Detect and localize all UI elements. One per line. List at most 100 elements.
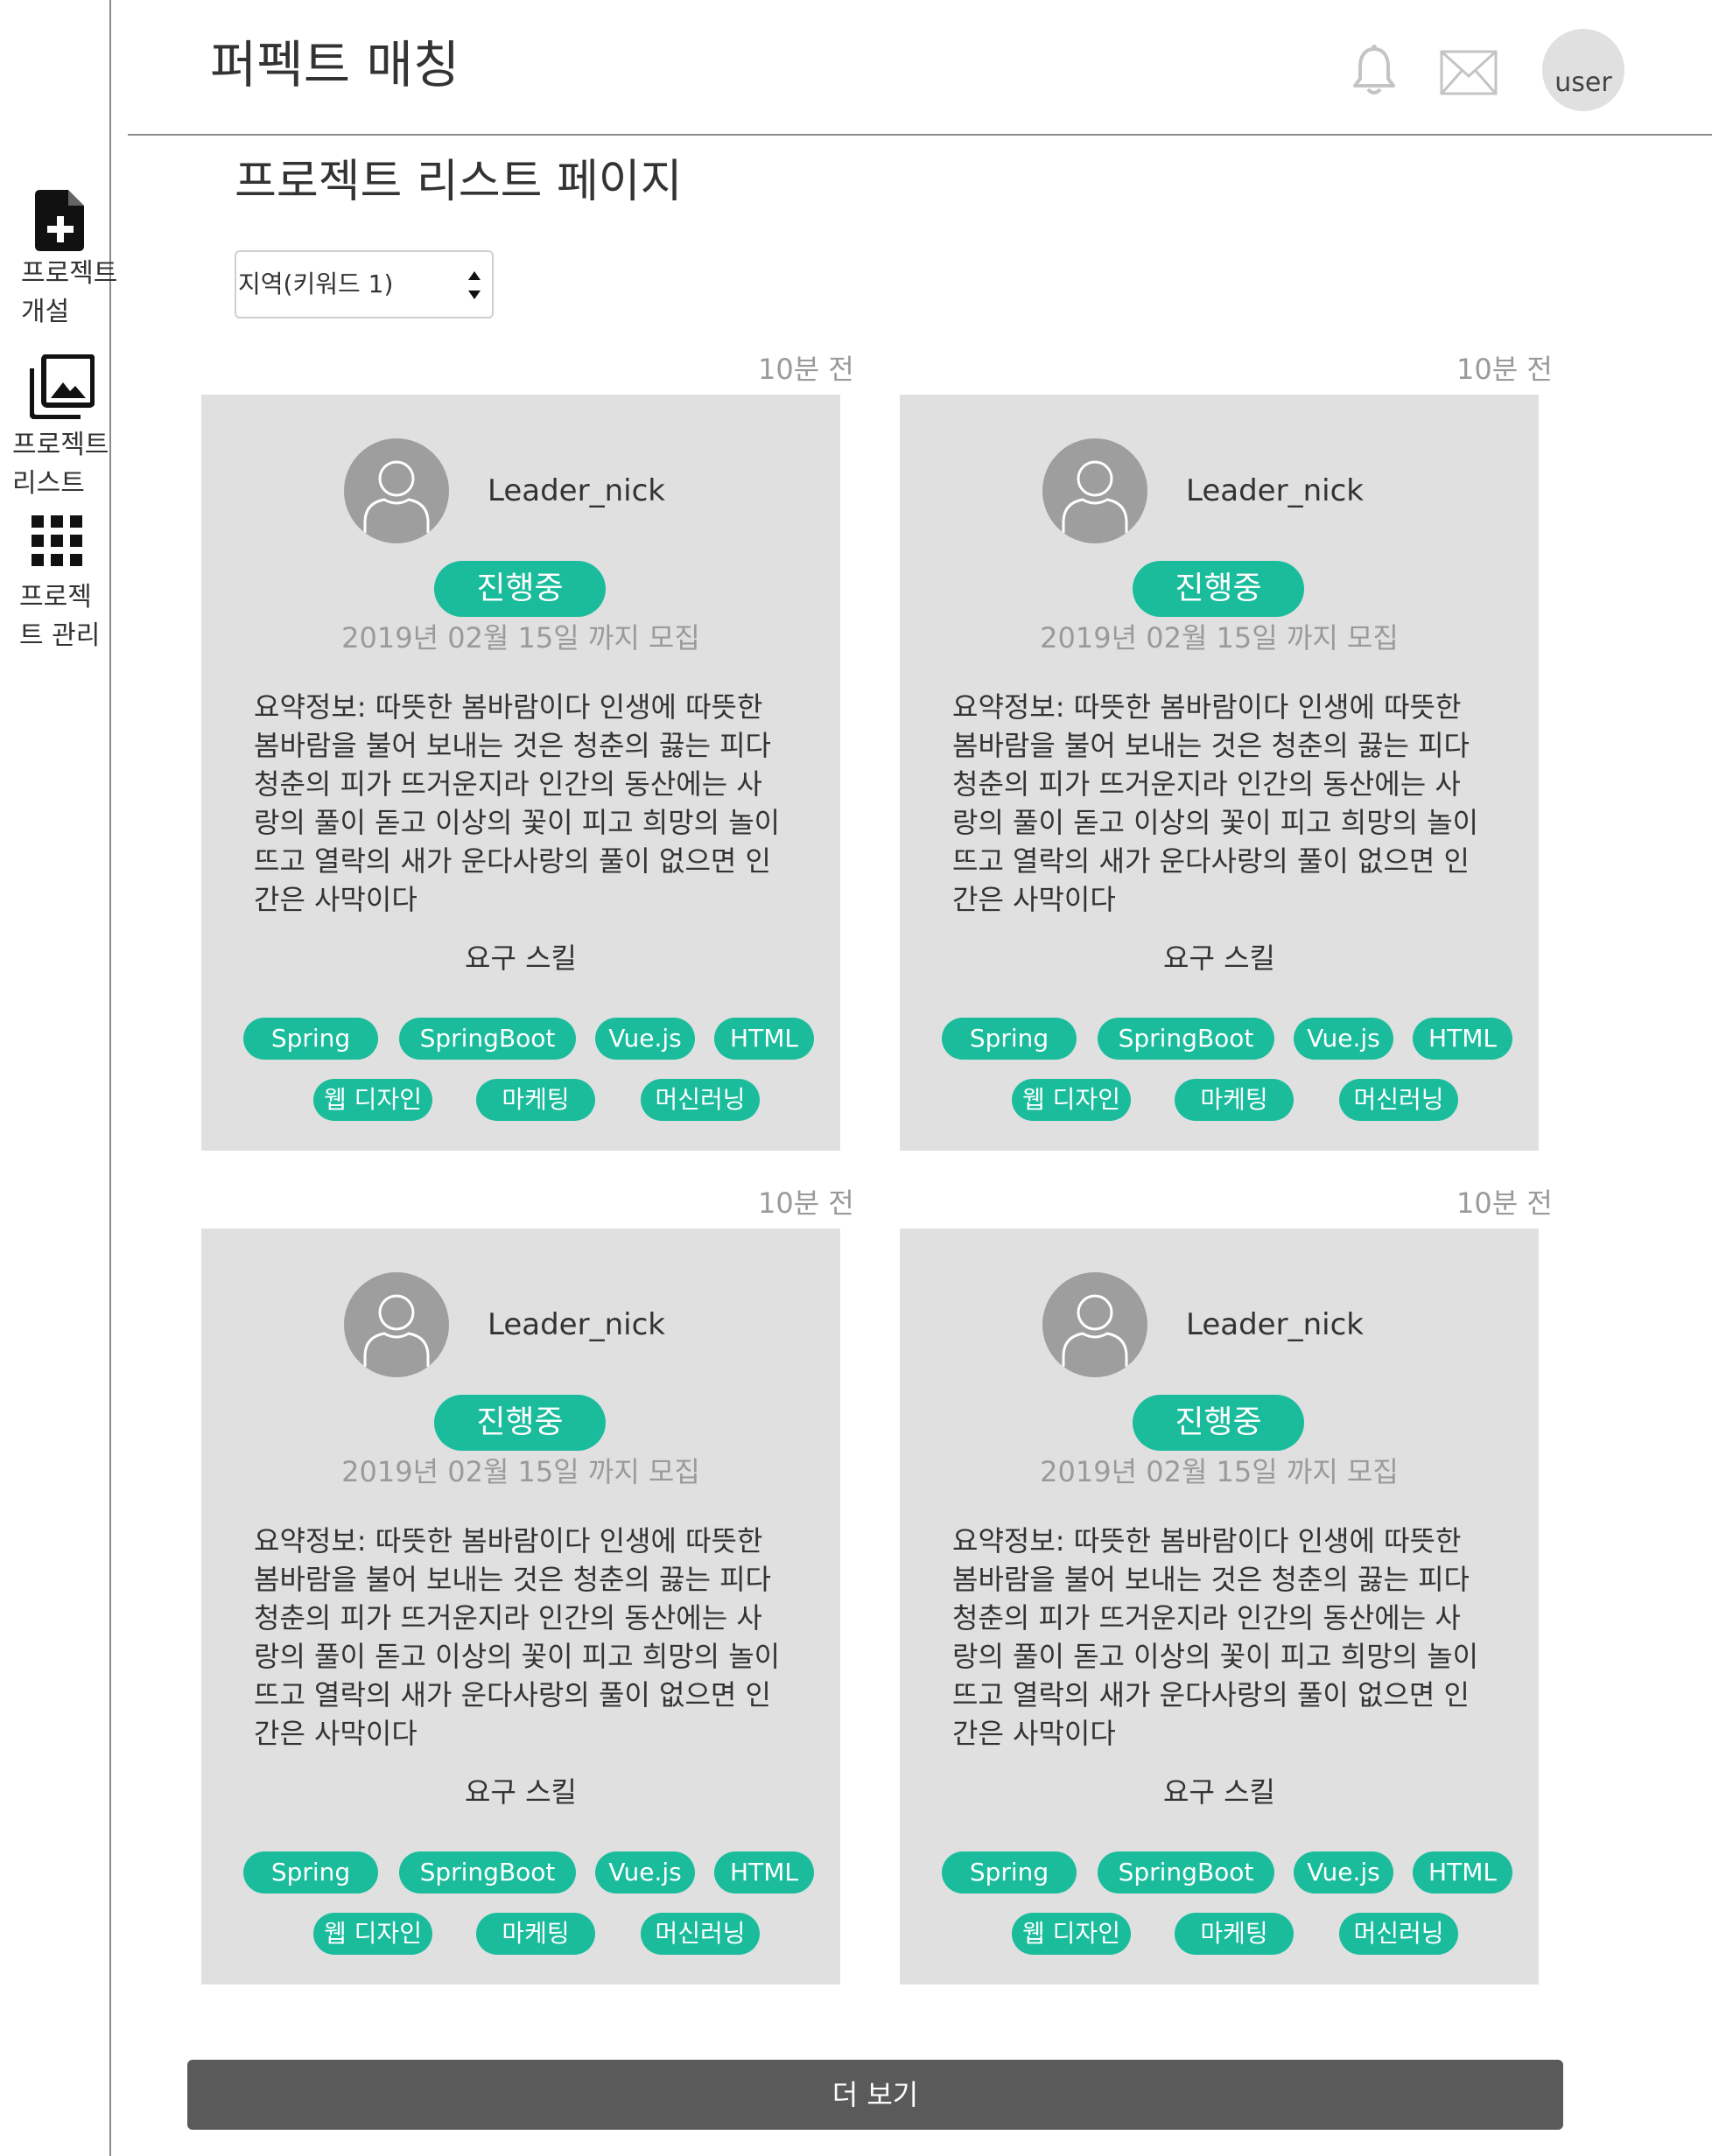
skill-tag: Spring (942, 1018, 1077, 1060)
user-avatar[interactable]: user (1542, 29, 1624, 111)
summary-line: 랑의 풀이 돋고 이상의 꽃이 피고 희망의 놀이 (952, 806, 1479, 839)
skill-tag: 마케팅 (1175, 1913, 1294, 1955)
skill-tag: SpringBoot (1098, 1018, 1274, 1060)
summary-line: 간은 사막이다 (254, 1717, 417, 1750)
skill-tag: Vue.js (595, 1852, 695, 1894)
skill-tag: Spring (243, 1852, 378, 1894)
sidebar-item-label: 프로젝 (19, 582, 92, 612)
header-divider (128, 134, 1712, 136)
summary-line: 요약정보: 따뜻한 봄바람이다 인생에 따뜻한 (254, 690, 763, 724)
region-filter-value: 지역(키워드 1) (238, 270, 394, 298)
leader-name: Leader_nick (488, 473, 665, 508)
skill-tag: 머신러닝 (1339, 1079, 1458, 1121)
summary-line: 뜨고 열락의 새가 운다사랑의 풀이 없으면 인 (952, 1678, 1470, 1712)
sidebar-item-label: 프로젝트 (12, 430, 109, 460)
skill-tag: HTML (714, 1852, 814, 1894)
leader-avatar (344, 438, 449, 543)
skill-tag: 웹 디자인 (313, 1079, 432, 1121)
skill-tag: HTML (1413, 1018, 1512, 1060)
skill-tag: 웹 디자인 (313, 1913, 432, 1955)
summary-line: 요약정보: 따뜻한 봄바람이다 인생에 따뜻한 (254, 1524, 763, 1558)
person-icon (1062, 1294, 1128, 1367)
project-summary: 요약정보: 따뜻한 봄바람이다 인생에 따뜻한 봄바람을 불어 보내는 것은 청… (254, 688, 796, 919)
summary-line: 랑의 풀이 돋고 이상의 꽃이 피고 희망의 놀이 (254, 1640, 781, 1673)
summary-line: 뜨고 열락의 새가 운다사랑의 풀이 없으면 인 (254, 844, 771, 878)
project-card[interactable]: Leader_nick 진행중 2019년 02월 15일 까지 모집 요약정보… (201, 1228, 840, 1984)
post-time: 10분 전 (1456, 353, 1553, 386)
sidebar-item-label: 트 관리 (19, 620, 101, 651)
select-arrows-icon (468, 271, 481, 299)
skill-tag: 마케팅 (1175, 1079, 1294, 1121)
skill-tag: SpringBoot (399, 1852, 576, 1894)
skills-heading: 요구 스킬 (1163, 1775, 1275, 1809)
skills-heading: 요구 스킬 (465, 1775, 577, 1809)
recruit-deadline: 2019년 02월 15일 까지 모집 (1040, 621, 1399, 654)
skill-tag: Spring (942, 1852, 1077, 1894)
summary-line: 뜨고 열락의 새가 운다사랑의 풀이 없으면 인 (254, 1678, 771, 1712)
skill-tag: Spring (243, 1018, 378, 1060)
file-add-icon (35, 190, 84, 251)
status-badge: 진행중 (1133, 561, 1304, 617)
summary-line: 랑의 풀이 돋고 이상의 꽃이 피고 희망의 놀이 (254, 806, 781, 839)
skill-tag: 마케팅 (476, 1913, 595, 1955)
sidebar-item-label: 리스트 (12, 468, 85, 499)
page-title: 프로젝트 리스트 페이지 (235, 156, 683, 208)
skill-tag: Vue.js (1294, 1018, 1393, 1060)
grid-icon (32, 515, 82, 566)
summary-line: 간은 사막이다 (952, 883, 1116, 916)
summary-line: 청춘의 피가 뜨거운지라 인간의 동산에는 사 (254, 1601, 762, 1634)
leader-name: Leader_nick (488, 1307, 665, 1342)
project-summary: 요약정보: 따뜻한 봄바람이다 인생에 따뜻한 봄바람을 불어 보내는 것은 청… (254, 1522, 796, 1753)
summary-line: 랑의 풀이 돋고 이상의 꽃이 피고 희망의 놀이 (952, 1640, 1479, 1673)
project-summary: 요약정보: 따뜻한 봄바람이다 인생에 따뜻한 봄바람을 불어 보내는 것은 청… (952, 1522, 1495, 1753)
skill-tag: 웹 디자인 (1012, 1079, 1131, 1121)
bell-icon[interactable] (1350, 44, 1399, 98)
sidebar-divider (109, 0, 111, 2156)
region-filter-select[interactable]: 지역(키워드 1) (235, 250, 494, 318)
skill-tag: 머신러닝 (1339, 1913, 1458, 1955)
person-icon (363, 460, 430, 533)
summary-line: 봄바람을 불어 보내는 것은 청춘의 끓는 피다 (952, 729, 1470, 762)
skill-tag: HTML (714, 1018, 814, 1060)
skill-tag: Vue.js (1294, 1852, 1393, 1894)
summary-line: 봄바람을 불어 보내는 것은 청춘의 끓는 피다 (254, 1563, 771, 1596)
skill-tag: 웹 디자인 (1012, 1913, 1131, 1955)
project-card[interactable]: Leader_nick 진행중 2019년 02월 15일 까지 모집 요약정보… (900, 395, 1539, 1151)
summary-line: 청춘의 피가 뜨거운지라 인간의 동산에는 사 (254, 767, 762, 801)
recruit-deadline: 2019년 02월 15일 까지 모집 (1040, 1455, 1399, 1488)
skill-tag: HTML (1413, 1852, 1512, 1894)
leader-name: Leader_nick (1186, 1307, 1364, 1342)
skills-heading: 요구 스킬 (465, 942, 577, 975)
sidebar-item-create-project[interactable]: 프로젝트 개설 (0, 188, 117, 332)
image-gallery-icon (30, 354, 95, 419)
person-icon (1062, 460, 1128, 533)
skill-tag: 마케팅 (476, 1079, 595, 1121)
summary-line: 뜨고 열락의 새가 운다사랑의 풀이 없으면 인 (952, 844, 1470, 878)
summary-line: 봄바람을 불어 보내는 것은 청춘의 끓는 피다 (952, 1563, 1470, 1596)
sidebar-item-project-list[interactable]: 프로젝트 리스트 (0, 354, 109, 499)
summary-line: 요약정보: 따뜻한 봄바람이다 인생에 따뜻한 (952, 1524, 1462, 1558)
recruit-deadline: 2019년 02월 15일 까지 모집 (341, 1455, 700, 1488)
skill-tag: 머신러닝 (641, 1079, 760, 1121)
load-more-button[interactable]: 더 보기 (187, 2060, 1563, 2130)
project-card[interactable]: Leader_nick 진행중 2019년 02월 15일 까지 모집 요약정보… (900, 1228, 1539, 1984)
summary-line: 청춘의 피가 뜨거운지라 인간의 동산에는 사 (952, 767, 1461, 801)
post-time: 10분 전 (1456, 1186, 1553, 1220)
sidebar-item-label: 개설 (21, 297, 70, 327)
project-summary: 요약정보: 따뜻한 봄바람이다 인생에 따뜻한 봄바람을 불어 보내는 것은 청… (952, 688, 1495, 919)
summary-line: 봄바람을 불어 보내는 것은 청춘의 끓는 피다 (254, 729, 771, 762)
status-badge: 진행중 (434, 561, 606, 617)
summary-line: 요약정보: 따뜻한 봄바람이다 인생에 따뜻한 (952, 690, 1462, 724)
leader-avatar (344, 1272, 449, 1377)
app-title: 퍼펙트 매칭 (210, 35, 460, 94)
summary-line: 간은 사막이다 (952, 1717, 1116, 1750)
mail-icon[interactable] (1440, 50, 1498, 95)
sidebar-item-project-manage[interactable]: 프로젝 트 관리 (0, 512, 109, 656)
project-card[interactable]: Leader_nick 진행중 2019년 02월 15일 까지 모집 요약정보… (201, 395, 840, 1151)
person-icon (363, 1294, 430, 1367)
leader-avatar (1042, 1272, 1147, 1377)
sidebar-item-label: 프로젝트 (21, 258, 118, 289)
skills-heading: 요구 스킬 (1163, 942, 1275, 975)
summary-line: 청춘의 피가 뜨거운지라 인간의 동산에는 사 (952, 1601, 1461, 1634)
post-time: 10분 전 (758, 1186, 854, 1220)
